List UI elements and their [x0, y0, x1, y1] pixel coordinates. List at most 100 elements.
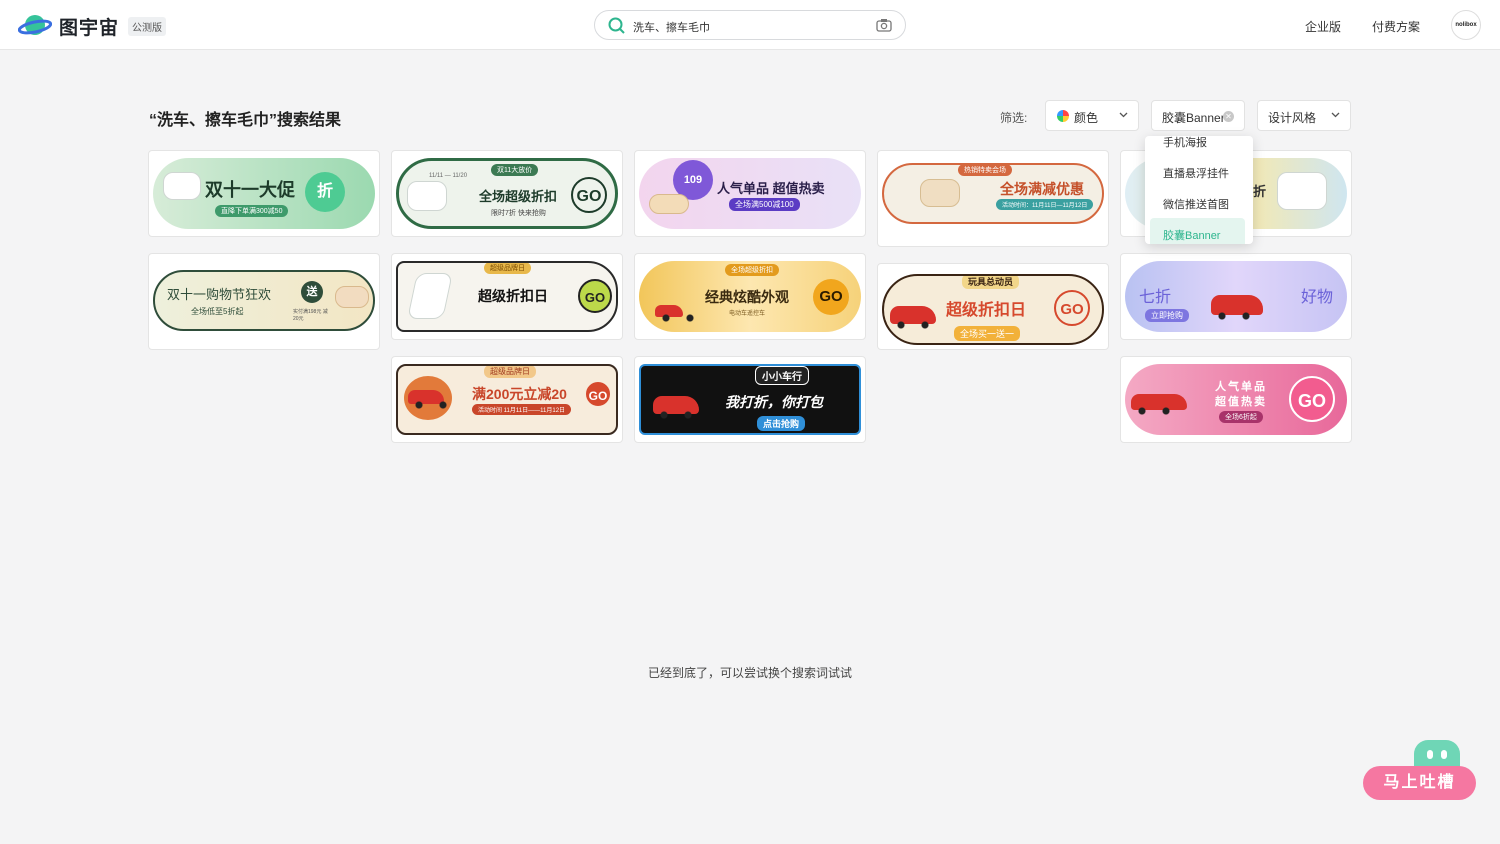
banner-title: 全场满减优惠 [1000, 181, 1084, 197]
banner-image: 七折 立即抢购 好物 [1125, 261, 1347, 332]
banner-title: 经典炫酷外观 [705, 289, 789, 305]
banner-tag: 小小车行 [755, 366, 809, 385]
banner-tag: 超级品牌日 [484, 263, 531, 274]
result-card[interactable]: 玩具总动员 超级折扣日 全场买一送一 GO [877, 263, 1109, 350]
type-dropdown-menu: 手机海报 直播悬浮挂件 微信推送首图 胶囊Banner [1145, 136, 1253, 244]
banner-title-2: 超值热卖 [1215, 396, 1267, 408]
banner-image: 超级品牌日 满200元立减20 活动时间 11月11日——11月12日 GO [396, 364, 618, 435]
car-image [408, 390, 448, 409]
go-badge: GO [1054, 290, 1090, 326]
dropdown-option[interactable]: 直播悬浮挂件 [1163, 165, 1229, 181]
banner-date: 11/11 — 11/20 [429, 173, 468, 179]
dropdown-option-selected[interactable]: 胶囊Banner [1150, 218, 1245, 244]
go-badge: GO [1289, 376, 1335, 422]
car-image [1131, 394, 1187, 415]
dropdown-option[interactable]: 手机海报 [1163, 136, 1207, 150]
result-card[interactable]: 双11大放价 11/11 — 11/20 全场超级折扣 限时7折 快来抢购 GO [391, 150, 623, 237]
banner-subtitle: 全场6折起 [1219, 411, 1263, 423]
banner-title: 满200元立减20 [472, 386, 567, 402]
banner-subtitle: 全场低至5折起 [191, 307, 244, 316]
filter-color-label: 颜色 [1074, 111, 1099, 125]
go-badge: 折 [305, 172, 345, 212]
banner-subtitle: 点击抢购 [757, 416, 806, 431]
search-input[interactable]: 洗车、擦车毛巾 [633, 19, 710, 35]
banner-image: 109 人气单品 超值热卖 全场满500减100 [639, 158, 861, 229]
sponge-image [407, 273, 453, 319]
towel-image [335, 286, 369, 308]
banner-title: 人气单品 超值热卖 [717, 181, 825, 196]
filter-color[interactable]: 颜色 [1045, 100, 1139, 131]
nav-pricing[interactable]: 付费方案 [1372, 18, 1420, 35]
banner-title: 人气单品 [1215, 381, 1267, 393]
banner-subtitle: 活动时间 11月11日——11月12日 [472, 404, 572, 415]
banner-title: 超级折扣日 [946, 302, 1027, 319]
banner-subtitle: 立即抢购 [1145, 309, 1189, 322]
filter-style-label: 设计风格 [1268, 111, 1317, 125]
result-card[interactable]: 超级品牌日 超级折扣日 GO [391, 253, 623, 340]
banner-title: 我打折，你打包 [725, 394, 823, 410]
banner-image: 人气单品 超值热卖 全场6折起 GO [1125, 364, 1347, 435]
dropdown-option-label: 胶囊Banner [1163, 230, 1221, 242]
banner-image: 双十一购物节狂欢 全场低至5折起 送 实付满198元 减20元 [153, 270, 375, 331]
go-badge: GO [813, 279, 849, 315]
banner-right-text: 好物 [1301, 289, 1334, 306]
car-image [655, 305, 695, 322]
banner-image: 全场超级折扣 经典炫酷外观 电动车遥控车 GO [639, 261, 861, 332]
result-card[interactable]: 热销特卖会场 全场满减优惠 活动时间：11月11日—11月12日 [877, 150, 1109, 247]
banner-subtitle: 全场满500减100 [729, 198, 800, 211]
banner-subtitle: 限时7折 快来抢购 [491, 210, 546, 217]
planet-logo-icon[interactable] [18, 11, 52, 39]
filter-type[interactable]: 胶囊Banner ✕ [1151, 100, 1245, 131]
page-title: “洗车、擦车毛巾”搜索结果 [149, 112, 342, 129]
banner-image: 双十一大促 直降下单满300减50 折 [153, 158, 375, 229]
nav-enterprise[interactable]: 企业版 [1305, 18, 1341, 35]
result-card[interactable]: 小小车行 我打折，你打包 点击抢购 [634, 356, 866, 443]
banner-title: 双十一大促 [205, 180, 295, 200]
banner-tag: 玩具总动员 [962, 276, 1020, 289]
result-card[interactable]: 双十一购物节狂欢 全场低至5折起 送 实付满198元 减20元 [148, 253, 380, 350]
towel-image [649, 194, 689, 214]
banner-tag: 超级品牌日 [484, 366, 536, 378]
go-badge: GO [584, 380, 612, 408]
result-card[interactable]: 109 人气单品 超值热卖 全场满500减100 [634, 150, 866, 237]
result-card[interactable]: 双十一大促 直降下单满300减50 折 [148, 150, 380, 237]
banner-subtitle: 全场买一送一 [954, 326, 1021, 341]
towel-image [920, 179, 960, 207]
result-card[interactable]: 人气单品 超值热卖 全场6折起 GO [1120, 356, 1352, 443]
filter-style[interactable]: 设计风格 [1257, 100, 1351, 131]
result-card[interactable]: 全场超级折扣 经典炫酷外观 电动车遥控车 GO [634, 253, 866, 340]
clear-icon[interactable]: ✕ [1223, 111, 1234, 122]
brand-name[interactable]: 图宇宙 [59, 13, 119, 40]
camera-icon[interactable] [876, 18, 892, 32]
search-icon[interactable] [608, 17, 625, 34]
dropdown-option[interactable]: 微信推送首图 [1163, 196, 1229, 212]
car-image [890, 306, 936, 329]
banner-title: 折 [1253, 184, 1267, 199]
result-card[interactable]: 超级品牌日 满200元立减20 活动时间 11月11日——11月12日 GO [391, 356, 623, 443]
banner-title: 超级折扣日 [478, 288, 548, 304]
banner-title: 双十一购物节狂欢 [167, 287, 272, 302]
go-badge: GO [578, 279, 612, 313]
banner-image: 超级品牌日 超级折扣日 GO [396, 261, 618, 332]
banner-subtitle: 直降下单满300减50 [215, 205, 289, 217]
banner-note: 实付满198元 减20元 [293, 309, 328, 322]
car-image [1211, 295, 1263, 320]
banner-image: 小小车行 我打折，你打包 点击抢购 [639, 364, 861, 435]
car-image [653, 396, 699, 419]
banner-tag: 热销特卖会场 [958, 165, 1012, 176]
feedback-button[interactable]: 马上吐槽 [1363, 766, 1476, 800]
banner-left-text: 七折 [1139, 289, 1172, 306]
banner-tag: 全场超级折扣 [725, 264, 779, 276]
avatar[interactable]: nolibox [1451, 10, 1481, 40]
towel-image [163, 172, 201, 200]
chevron-down-icon [1119, 112, 1128, 118]
towel-image [407, 181, 447, 211]
banner-subtitle: 电动车遥控车 [729, 311, 766, 317]
result-card[interactable]: 七折 立即抢购 好物 [1120, 253, 1352, 340]
banner-subtitle: 活动时间：11月11日—11月12日 [996, 199, 1094, 210]
banner-tag: 双11大放价 [491, 164, 539, 176]
search-bar[interactable]: 洗车、擦车毛巾 [594, 10, 906, 40]
end-of-results-text: 已经到底了，可以尝试换个搜索词试试 [647, 666, 852, 680]
gift-badge: 送 [301, 281, 323, 303]
banner-image: 双11大放价 11/11 — 11/20 全场超级折扣 限时7折 快来抢购 GO [396, 158, 618, 229]
